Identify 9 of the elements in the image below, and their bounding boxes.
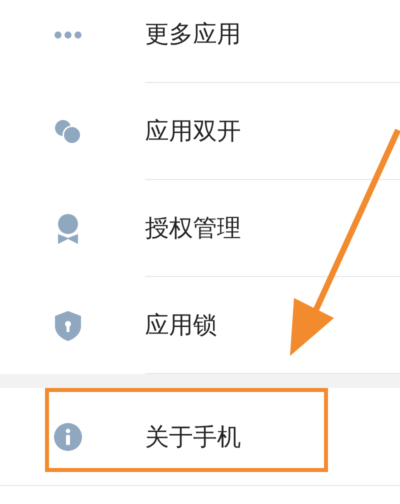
menu-item[interactable]: 授权管理	[0, 180, 400, 277]
more-icon	[54, 30, 82, 38]
info-icon	[54, 422, 82, 450]
dual-circles-icon	[54, 118, 82, 144]
medal-icon	[56, 214, 80, 244]
shield-lock-icon	[54, 310, 80, 340]
menu-item[interactable]: 应用双开	[0, 83, 400, 180]
menu-item[interactable]: 关于手机	[0, 388, 400, 486]
menu-item[interactable]: 更多应用	[0, 0, 400, 83]
